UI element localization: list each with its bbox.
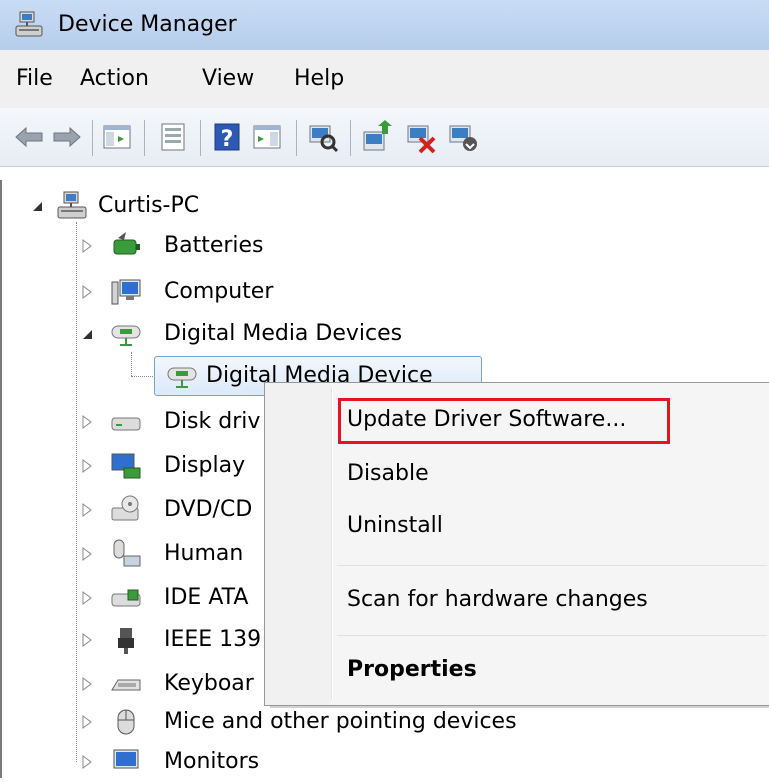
device-manager-icon	[14, 10, 44, 40]
tree-item-monitors[interactable]: Monitors	[80, 742, 320, 782]
menu-view[interactable]: View	[200, 64, 256, 94]
digital-media-icon	[110, 318, 142, 350]
menu-separator	[337, 635, 767, 636]
mouse-icon	[110, 706, 142, 738]
tree-label: Computer	[164, 279, 274, 304]
forward-arrow-icon[interactable]	[50, 120, 84, 154]
tree-label: Keyboar	[164, 671, 254, 696]
expand-arrow-icon[interactable]	[80, 714, 94, 730]
expand-arrow-icon[interactable]	[80, 284, 94, 300]
tree-label: Monitors	[164, 749, 260, 774]
svg-text:?: ?	[221, 127, 234, 152]
toolbar: ?	[0, 108, 769, 167]
pane-border	[0, 180, 2, 778]
computer-icon	[110, 276, 142, 308]
tree-label: DVD/CD	[164, 497, 253, 522]
expand-arrow-icon[interactable]	[80, 546, 94, 562]
tree-label: Human	[164, 541, 244, 566]
menu-item-properties[interactable]: Properties	[347, 655, 477, 685]
context-menu-gutter	[265, 383, 331, 705]
expand-arrow-icon[interactable]	[80, 676, 94, 692]
menu-item-disable[interactable]: Disable	[347, 459, 429, 489]
tree-item-dvd-cd-drives[interactable]: DVD/CD	[80, 490, 270, 530]
monitor-icon	[110, 746, 142, 778]
back-arrow-icon[interactable]	[12, 120, 46, 154]
tree-label: IEEE 139	[164, 627, 262, 652]
ide-controller-icon	[110, 582, 142, 614]
uninstall-device-icon[interactable]	[404, 120, 438, 154]
context-menu-gutter-line	[332, 387, 333, 699]
expand-arrow-icon[interactable]	[80, 590, 94, 606]
tree-connector	[76, 222, 77, 762]
tree-item-display-adapters[interactable]: Display	[80, 446, 270, 486]
hid-icon	[110, 538, 142, 570]
computer-tree-icon	[56, 190, 88, 222]
firewire-icon	[110, 624, 142, 656]
tree-item-batteries[interactable]: Batteries	[80, 226, 320, 266]
menu-item-scan-for-hardware-changes[interactable]: Scan for hardware changes	[347, 585, 648, 615]
tree-item-human-interface-devices[interactable]: Human	[80, 534, 270, 574]
disable-device-icon[interactable]	[446, 120, 480, 154]
help-icon[interactable]: ?	[210, 120, 244, 154]
expand-arrow-icon[interactable]	[80, 458, 94, 474]
update-driver-icon[interactable]	[360, 120, 394, 154]
properties-icon[interactable]	[156, 120, 190, 154]
collapse-arrow-icon[interactable]	[30, 198, 44, 214]
display-adapter-icon	[110, 450, 142, 482]
title-bar: Device Manager	[0, 0, 769, 50]
tree-label: Disk driv	[164, 409, 261, 434]
tree-label: Batteries	[164, 233, 264, 258]
menu-item-uninstall[interactable]: Uninstall	[347, 511, 443, 541]
tree-connector	[131, 352, 132, 376]
keyboard-icon	[110, 668, 142, 700]
menu-bar: File Action View Help	[0, 50, 769, 108]
dvd-drive-icon	[110, 494, 142, 526]
toolbar-separator	[144, 120, 145, 156]
tree-label: Curtis-PC	[98, 193, 200, 218]
menu-action[interactable]: Action	[78, 64, 151, 94]
tree-item-digital-media-devices[interactable]: Digital Media Devices	[80, 314, 480, 354]
tree-item-ide-ata-controllers[interactable]: IDE ATA	[80, 578, 270, 618]
tree-connector	[131, 376, 155, 377]
menu-separator	[337, 565, 767, 566]
expand-arrow-icon[interactable]	[80, 238, 94, 254]
battery-icon	[110, 230, 142, 262]
tree-item-computer[interactable]: Computer	[80, 272, 320, 312]
toolbar-separator	[350, 120, 351, 156]
menu-file[interactable]: File	[14, 64, 55, 94]
tree-label: Mice and other pointing devices	[164, 709, 517, 734]
action-pane-icon[interactable]	[250, 120, 284, 154]
disk-drive-icon	[110, 406, 142, 438]
expand-arrow-icon[interactable]	[80, 754, 94, 770]
scan-hardware-icon[interactable]	[306, 120, 340, 154]
toolbar-separator	[92, 120, 93, 156]
tree-item-ieee-1394[interactable]: IEEE 139	[80, 620, 270, 660]
tree-root-curtis-pc[interactable]: Curtis-PC	[30, 186, 290, 226]
expand-arrow-icon[interactable]	[80, 632, 94, 648]
digital-media-icon	[166, 360, 198, 392]
tree-label: IDE ATA	[164, 585, 249, 610]
toolbar-separator	[200, 120, 201, 156]
expand-arrow-icon[interactable]	[80, 502, 94, 518]
tree-item-mice[interactable]: Mice and other pointing devices	[80, 702, 620, 742]
highlight-annotation-box	[338, 398, 670, 444]
expand-arrow-icon[interactable]	[80, 414, 94, 430]
tree-item-keyboards[interactable]: Keyboar	[80, 664, 270, 704]
show-hide-console-tree-icon[interactable]	[100, 120, 134, 154]
tree-item-disk-drives[interactable]: Disk driv	[80, 402, 270, 442]
window-title: Device Manager	[58, 12, 237, 37]
tree-label: Digital Media Devices	[164, 321, 403, 346]
toolbar-separator	[296, 120, 297, 156]
tree-label: Display	[164, 453, 246, 478]
menu-help[interactable]: Help	[292, 64, 346, 94]
collapse-arrow-icon[interactable]	[80, 326, 94, 342]
